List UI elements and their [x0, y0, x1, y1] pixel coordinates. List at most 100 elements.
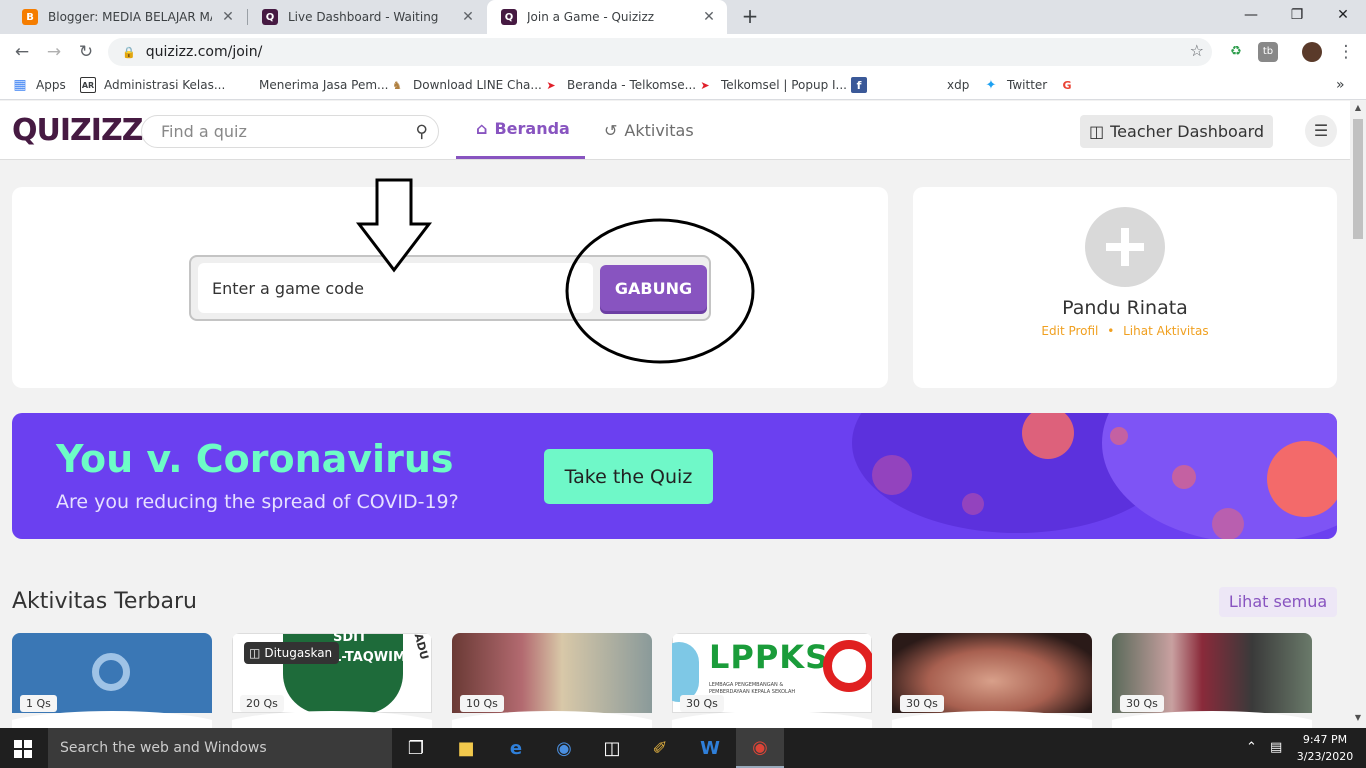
tray-chevron-icon[interactable]: ⌃ [1246, 728, 1257, 768]
game-code-input[interactable] [198, 263, 593, 313]
page-scrollbar[interactable]: ▲ ▼ [1350, 101, 1366, 728]
question-count: 30 Qs [900, 695, 944, 712]
browser-toolbar: ← → ↻ 🔒 quizizz.com/join/ ☆ ♻ tb ⋮ [0, 34, 1366, 70]
windows-start-icon[interactable] [14, 740, 32, 758]
bookmark-line[interactable]: ♞ Download LINE Cha... [389, 76, 542, 94]
card-curve [672, 711, 872, 728]
extension-icon[interactable]: tb [1258, 42, 1278, 62]
twitter-icon: ✦ [985, 77, 997, 93]
see-all-button[interactable]: Lihat semua [1219, 587, 1337, 617]
telkomsel-icon: ➤ [700, 78, 710, 92]
chrome-canary-icon[interactable]: ◉ [540, 728, 588, 768]
quizizz-logo[interactable]: QUIZIZZ [12, 113, 143, 148]
tab-close-icon[interactable]: ✕ [460, 9, 476, 25]
menu-kebab-icon[interactable]: ⋮ [1334, 40, 1358, 64]
question-count: 1 Qs [20, 695, 57, 712]
activity-card[interactable]: 30 Qs [1112, 633, 1312, 728]
activity-card[interactable]: LPPKS LEMBAGA PENGEMBANGAN & PEMBERDAYAA… [672, 633, 872, 728]
wps-writer-icon[interactable]: W [686, 728, 734, 768]
recycle-extension-icon[interactable]: ♻ [1226, 42, 1246, 62]
file-explorer-icon[interactable]: ■ [442, 728, 490, 768]
virus-icon [872, 455, 912, 495]
chrome-icon[interactable]: ◉ [736, 728, 784, 768]
activity-card[interactable]: 10 Qs [452, 633, 652, 728]
activity-card[interactable]: 1 Qs [12, 633, 212, 728]
system-clock[interactable]: 9:47 PM 3/23/2020 [1293, 731, 1357, 765]
window-minimize-button[interactable]: — [1228, 0, 1274, 30]
links-separator: • [1107, 324, 1115, 338]
browser-tab-join-game[interactable]: Q Join a Game - Quizizz ✕ [487, 0, 727, 34]
scroll-down-arrow-icon[interactable]: ▼ [1350, 713, 1366, 722]
bookmark-apps[interactable]: ▦ Apps [12, 76, 65, 94]
url-text: quizizz.com/join/ [145, 44, 263, 60]
bookmarks-bar: ▦ Apps AR Administrasi Kelas... Menerima… [0, 70, 1366, 100]
bookmark-twitter[interactable]: ✦ Twitter [983, 76, 1048, 94]
join-game-button[interactable]: GABUNG [600, 265, 707, 311]
bookmark-facebook[interactable]: f [851, 76, 875, 94]
edge-browser-icon[interactable]: e [492, 728, 540, 768]
profile-avatar-icon[interactable] [1302, 42, 1322, 62]
new-tab-button[interactable]: + [738, 4, 762, 28]
presentation-icon: ◫ [1089, 122, 1105, 141]
paint-icon[interactable]: ✐ [636, 728, 684, 768]
quizizz-header: QUIZIZZ ⚲ ⌂ Beranda ↺ Aktivitas ◫ Teache… [0, 101, 1350, 160]
profile-name: Pandu Rinata [1062, 297, 1188, 319]
activity-card[interactable]: SDIT AL-TAQWIM ADU ◫ Ditugaskan 20 Qs [232, 633, 432, 728]
add-avatar-plus-icon[interactable] [1085, 207, 1165, 287]
apps-grid-icon: ▦ [13, 77, 27, 93]
scroll-up-arrow-icon[interactable]: ▲ [1350, 103, 1366, 112]
bookmark-label: Administrasi Kelas... [104, 78, 226, 92]
bookmark-telkomsel-beranda[interactable]: ➤ Beranda - Telkomse... [543, 76, 696, 94]
teacher-dashboard-button[interactable]: ◫ Teacher Dashboard [1080, 115, 1273, 148]
ar-icon: AR [80, 77, 96, 93]
home-icon: ⌂ [476, 119, 488, 138]
window-restore-button[interactable]: ❐ [1274, 0, 1320, 30]
tab-title: Live Dashboard - Waiting [288, 10, 439, 24]
assigned-badge: ◫ Ditugaskan [244, 642, 340, 664]
bookmark-administrasi[interactable]: AR Administrasi Kelas... [80, 76, 225, 94]
lppks-emblem-icon [672, 642, 699, 702]
back-arrow-icon[interactable]: ← [10, 40, 34, 64]
hamburger-menu-icon[interactable]: ☰ [1305, 115, 1337, 147]
bookmark-telkomsel-popup[interactable]: ➤ Telkomsel | Popup I... [697, 76, 847, 94]
bookmark-label: Telkomsel | Popup I... [721, 78, 847, 92]
address-bar[interactable]: 🔒 quizizz.com/join/ ☆ [108, 38, 1212, 66]
nav-tab-beranda[interactable]: ⌂ Beranda [456, 101, 585, 159]
edit-profile-link[interactable]: Edit Profil [1041, 324, 1098, 338]
card-curve [12, 711, 212, 728]
nav-tab-label: Beranda [494, 119, 570, 138]
network-icon[interactable]: ▤ [1270, 728, 1282, 768]
question-count: 10 Qs [460, 695, 504, 712]
bookmarks-more-icon[interactable]: » [1336, 76, 1345, 94]
browser-tab-blogger[interactable]: B Blogger: MEDIA BELAJAR MASA BI ✕ [8, 0, 246, 34]
nav-tab-aktivitas[interactable]: ↺ Aktivitas [604, 101, 694, 159]
banner-subtitle: Are you reducing the spread of COVID-19? [56, 491, 459, 513]
task-view-icon[interactable]: ❐ [392, 728, 440, 768]
scrollbar-thumb[interactable] [1353, 119, 1363, 239]
profile-links: Edit Profil • Lihat Aktivitas [913, 324, 1337, 338]
tab-close-icon[interactable]: ✕ [220, 9, 236, 25]
activity-card[interactable]: 30 Qs [892, 633, 1092, 728]
store-icon[interactable]: ◫ [588, 728, 636, 768]
quizizz-favicon-icon: Q [501, 9, 517, 25]
forward-arrow-icon[interactable]: → [42, 40, 66, 64]
view-activity-link[interactable]: Lihat Aktivitas [1123, 324, 1208, 338]
badge-side-text: ADU [411, 633, 432, 662]
card-curve [1112, 711, 1312, 728]
find-quiz-input[interactable] [161, 122, 391, 141]
taskbar-search-box[interactable]: Search the web and Windows [48, 728, 392, 768]
take-quiz-button[interactable]: Take the Quiz [544, 449, 713, 504]
window-close-button[interactable]: ✕ [1320, 0, 1366, 30]
search-icon[interactable]: ⚲ [416, 122, 428, 142]
bookmark-google[interactable]: G [1059, 76, 1083, 94]
join-game-form: GABUNG [189, 255, 711, 321]
bookmark-jasa[interactable]: Menerima Jasa Pem... [235, 76, 389, 94]
blank-page-icon [923, 77, 939, 93]
reload-icon[interactable]: ↻ [74, 40, 98, 64]
bookmark-star-icon[interactable]: ☆ [1190, 41, 1204, 60]
bookmark-xdp[interactable]: xdp [923, 76, 969, 94]
card-curve [232, 711, 432, 728]
browser-tab-live-dashboard[interactable]: Q Live Dashboard - Waiting ✕ [248, 0, 486, 34]
line-icon: ♞ [392, 78, 402, 92]
tab-close-icon[interactable]: ✕ [701, 9, 717, 25]
